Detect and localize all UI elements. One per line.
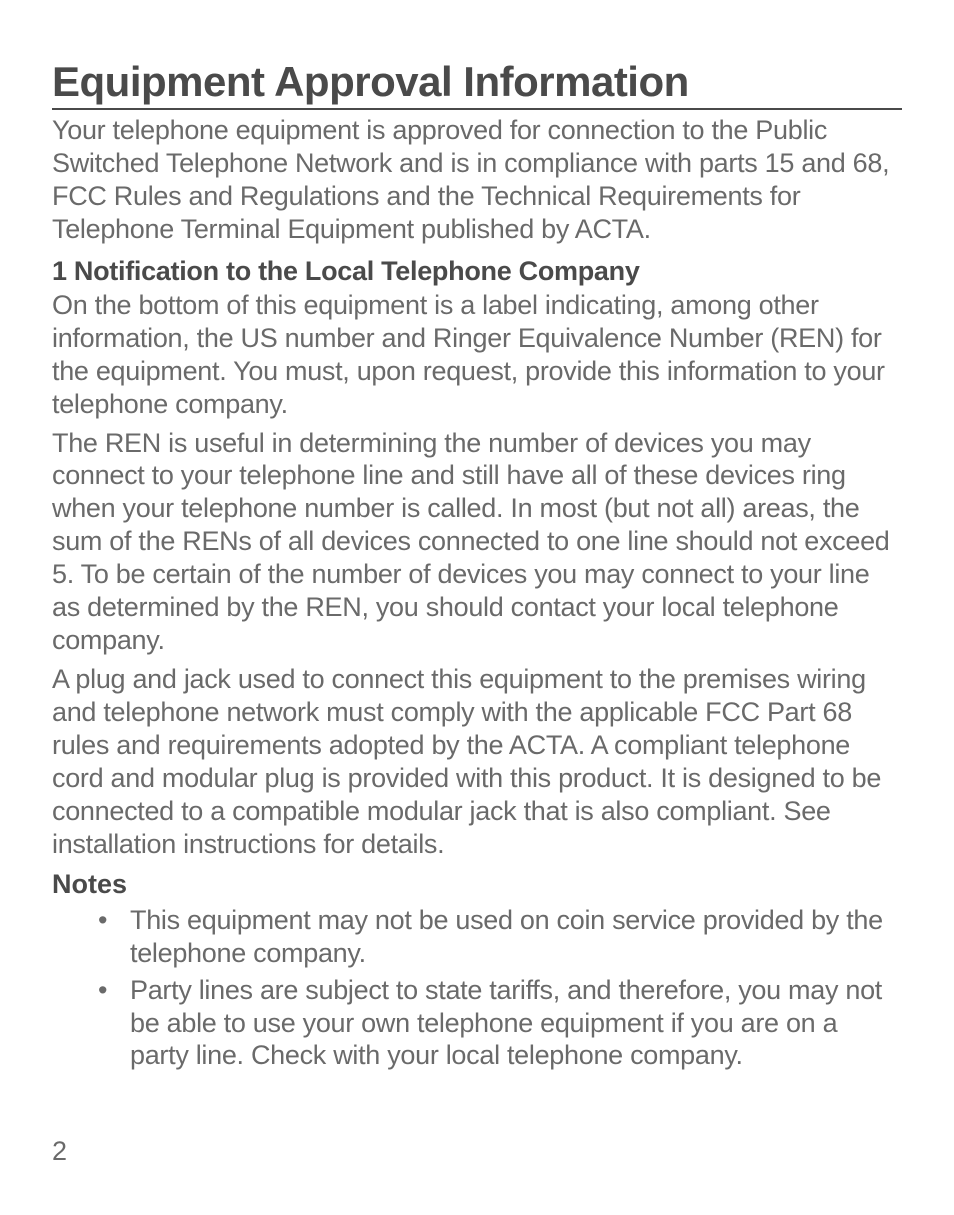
section-1-heading: 1 Notification to the Local Telephone Co… bbox=[52, 256, 902, 287]
section-1-paragraph-2: The REN is useful in determining the num… bbox=[52, 427, 902, 658]
list-item: This equipment may not be used on coin s… bbox=[52, 904, 902, 970]
list-item: Party lines are subject to state tariffs… bbox=[52, 974, 902, 1073]
section-1-paragraph-1: On the bottom of this equipment is a lab… bbox=[52, 289, 902, 421]
intro-paragraph: Your telephone equipment is approved for… bbox=[52, 114, 902, 246]
section-1-paragraph-3: A plug and jack used to connect this equ… bbox=[52, 663, 902, 861]
notes-list: This equipment may not be used on coin s… bbox=[52, 904, 902, 1073]
notes-heading: Notes bbox=[52, 869, 902, 900]
page-number: 2 bbox=[52, 1136, 67, 1167]
page-title: Equipment Approval Information bbox=[52, 58, 902, 110]
